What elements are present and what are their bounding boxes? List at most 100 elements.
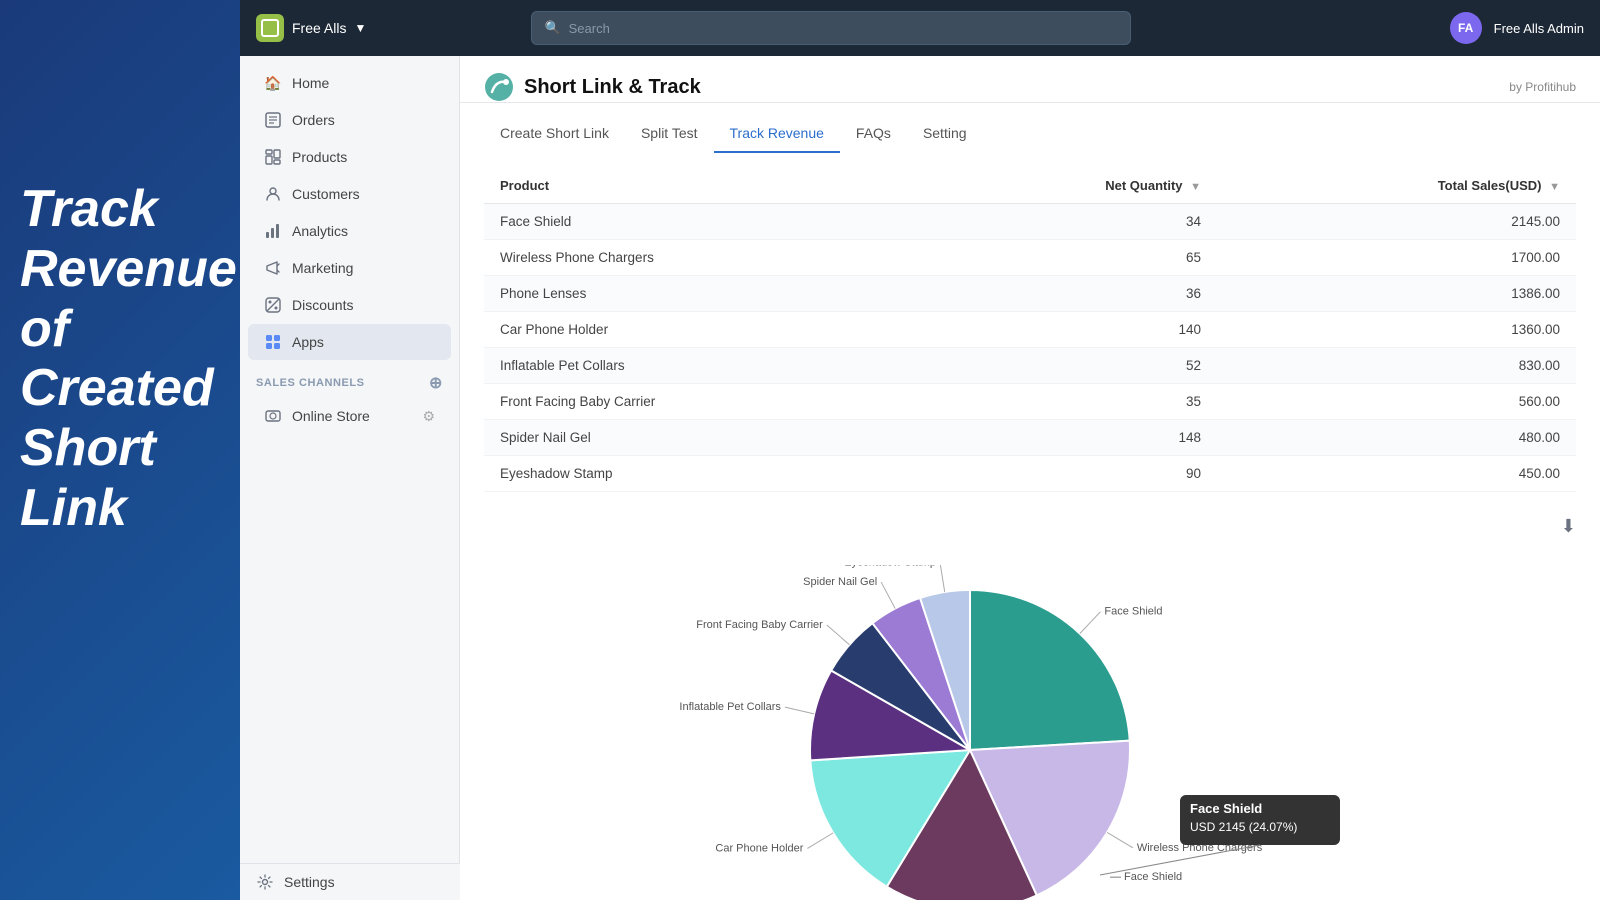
cell-total-sales: 480.00: [1217, 420, 1576, 456]
tab-track-revenue[interactable]: Track Revenue: [714, 115, 840, 153]
table-container: Product Net Quantity ▼ Total Sales(USD) …: [460, 152, 1600, 508]
add-sales-channel-button[interactable]: ⊕: [429, 373, 443, 393]
sidebar-label-analytics: Analytics: [292, 223, 348, 239]
cell-total-sales: 1700.00: [1217, 240, 1576, 276]
cell-product: Eyeshadow Stamp: [484, 456, 920, 492]
svg-text:— Face Shield: — Face Shield: [1110, 871, 1182, 883]
customers-icon: [264, 185, 282, 203]
download-icon[interactable]: ⬇: [1561, 516, 1576, 536]
content-area: 🏠 Home Orders Products Customers: [240, 56, 1600, 900]
avatar[interactable]: FA: [1450, 12, 1482, 44]
cell-net-qty: 52: [920, 348, 1217, 384]
tab-split-test[interactable]: Split Test: [625, 115, 714, 153]
cell-net-qty: 65: [920, 240, 1217, 276]
column-net-quantity[interactable]: Net Quantity ▼: [920, 168, 1217, 204]
cell-product: Face Shield: [484, 204, 920, 240]
sidebar-label-discounts: Discounts: [292, 297, 353, 313]
sidebar-item-products[interactable]: Products: [248, 139, 451, 175]
orders-icon: [264, 111, 282, 129]
settings-icon: [256, 873, 274, 891]
cell-product: Car Phone Holder: [484, 312, 920, 348]
tabs: Create Short Link Split Test Track Reven…: [460, 115, 1600, 152]
column-total-sales[interactable]: Total Sales(USD) ▼: [1217, 168, 1576, 204]
sales-channels-label: SALES CHANNELS: [256, 377, 365, 389]
header: Free Alls ▼ 🔍 Search FA Free Alls Admin: [240, 0, 1600, 56]
store-selector[interactable]: Free Alls ▼: [256, 14, 366, 42]
store-name: Free Alls: [292, 20, 346, 36]
app-title-row: Short Link & Track: [484, 72, 701, 102]
tab-create-short-link[interactable]: Create Short Link: [484, 115, 625, 153]
table-row: Car Phone Holder 140 1360.00: [484, 312, 1576, 348]
pie-tooltip: Face ShieldUSD 2145 (24.07%): [1180, 795, 1340, 845]
app-container: Free Alls ▼ 🔍 Search FA Free Alls Admin …: [240, 0, 1600, 900]
table-row: Wireless Phone Chargers 65 1700.00: [484, 240, 1576, 276]
by-profitihub: by Profitihub: [1509, 80, 1576, 94]
sidebar-item-settings[interactable]: Settings: [240, 864, 460, 900]
cell-net-qty: 34: [920, 204, 1217, 240]
sidebar: 🏠 Home Orders Products Customers: [240, 56, 460, 900]
svg-text:USD 2145 (24.07%): USD 2145 (24.07%): [1190, 820, 1297, 834]
left-panel: TrackRevenueofCreatedShortLink: [0, 0, 240, 900]
cell-product: Front Facing Baby Carrier: [484, 384, 920, 420]
sidebar-item-discounts[interactable]: Discounts: [248, 287, 451, 323]
cell-net-qty: 148: [920, 420, 1217, 456]
sidebar-item-orders[interactable]: Orders: [248, 102, 451, 138]
table-row: Face Shield 34 2145.00: [484, 204, 1576, 240]
products-icon: [264, 148, 282, 166]
table-row: Front Facing Baby Carrier 35 560.00: [484, 384, 1576, 420]
cell-product: Inflatable Pet Collars: [484, 348, 920, 384]
column-product[interactable]: Product: [484, 168, 920, 204]
tab-faqs[interactable]: FAQs: [840, 115, 907, 153]
cell-total-sales: 1360.00: [1217, 312, 1576, 348]
search-container: 🔍 Search: [531, 11, 1131, 45]
discounts-icon: [264, 296, 282, 314]
chart-area: Face ShieldWireless Phone ChargersPhone …: [460, 545, 1600, 900]
online-store-icon: [264, 407, 282, 425]
search-icon: 🔍: [544, 20, 560, 36]
sidebar-item-marketing[interactable]: Marketing: [248, 250, 451, 286]
left-panel-text: TrackRevenueofCreatedShortLink: [20, 180, 237, 539]
sort-total-sales-icon: ▼: [1549, 181, 1560, 193]
shopify-logo: [256, 14, 284, 42]
sidebar-label-online-store: Online Store: [292, 408, 370, 424]
cell-net-qty: 36: [920, 276, 1217, 312]
cell-total-sales: 560.00: [1217, 384, 1576, 420]
pie-label-5: Front Facing Baby Carrier: [696, 619, 823, 631]
home-icon: 🏠: [264, 74, 282, 92]
tab-setting[interactable]: Setting: [907, 115, 983, 153]
pie-label-0: Face Shield: [1104, 606, 1162, 618]
cell-product: Phone Lenses: [484, 276, 920, 312]
analytics-icon: [264, 222, 282, 240]
table-row: Spider Nail Gel 148 480.00: [484, 420, 1576, 456]
sidebar-label-orders: Orders: [292, 112, 335, 128]
sidebar-item-customers[interactable]: Customers: [248, 176, 451, 212]
cell-total-sales: 2145.00: [1217, 204, 1576, 240]
sidebar-label-marketing: Marketing: [292, 260, 353, 276]
sidebar-item-analytics[interactable]: Analytics: [248, 213, 451, 249]
table-row: Eyeshadow Stamp 90 450.00: [484, 456, 1576, 492]
cell-net-qty: 140: [920, 312, 1217, 348]
table-row: Phone Lenses 36 1386.00: [484, 276, 1576, 312]
pie-label-4: Inflatable Pet Collars: [679, 701, 781, 713]
cell-total-sales: 450.00: [1217, 456, 1576, 492]
cell-product: Spider Nail Gel: [484, 420, 920, 456]
download-row: ⬇: [460, 508, 1600, 545]
cell-net-qty: 35: [920, 384, 1217, 420]
store-dropdown-icon[interactable]: ▼: [354, 21, 366, 35]
sidebar-label-apps: Apps: [292, 334, 324, 350]
online-store-settings-icon[interactable]: ⚙: [422, 408, 435, 425]
pie-chart-wrapper: Face ShieldWireless Phone ChargersPhone …: [620, 565, 1440, 900]
sidebar-label-home: Home: [292, 75, 329, 91]
sidebar-item-home[interactable]: 🏠 Home: [248, 65, 451, 101]
search-placeholder: Search: [569, 21, 610, 36]
header-right: FA Free Alls Admin: [1450, 12, 1584, 44]
cell-net-qty: 90: [920, 456, 1217, 492]
sort-net-qty-icon: ▼: [1190, 181, 1201, 193]
sidebar-label-settings: Settings: [284, 874, 335, 890]
sidebar-item-online-store[interactable]: Online Store ⚙: [248, 398, 451, 434]
admin-name: Free Alls Admin: [1494, 21, 1584, 36]
main-content: Short Link & Track by Profitihub Create …: [460, 56, 1600, 900]
cell-product: Wireless Phone Chargers: [484, 240, 920, 276]
search-box[interactable]: 🔍 Search: [531, 11, 1131, 45]
sidebar-item-apps[interactable]: Apps: [248, 324, 451, 360]
